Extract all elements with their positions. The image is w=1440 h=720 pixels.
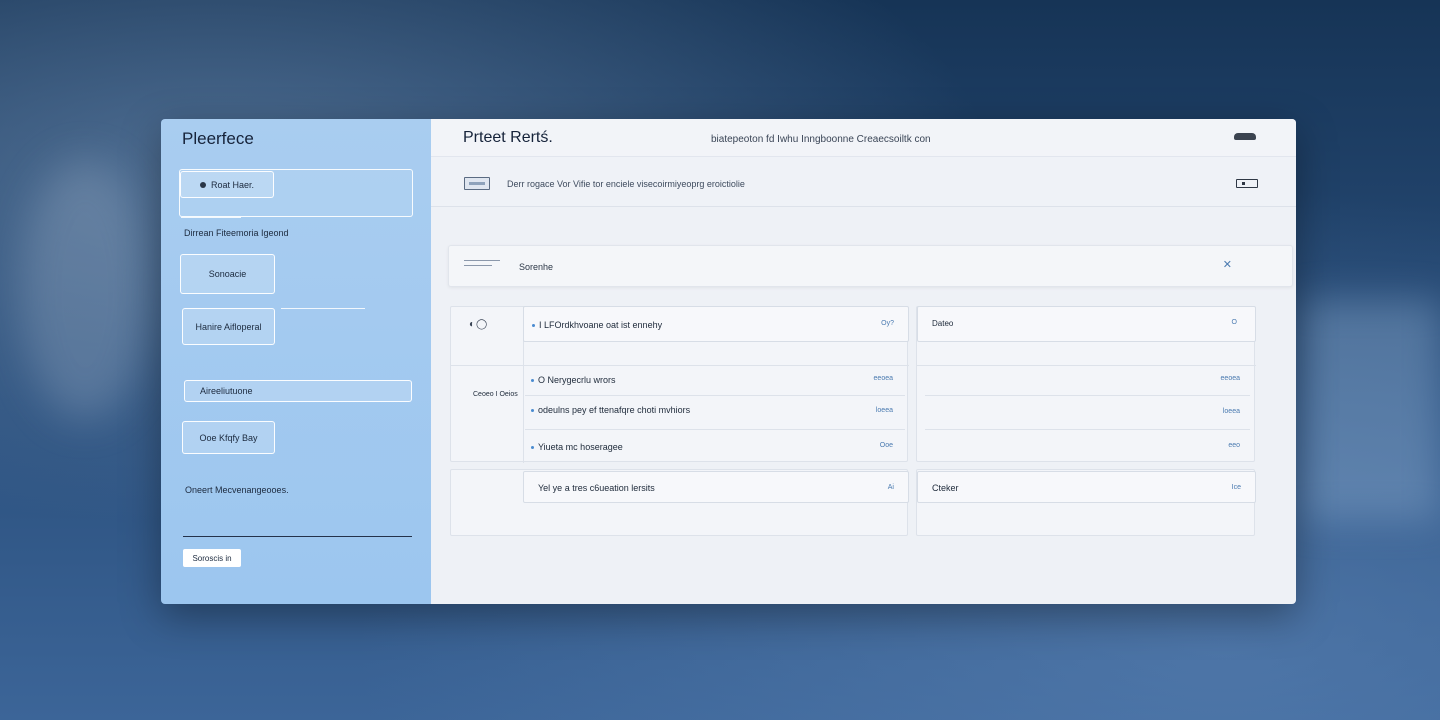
menu-icon[interactable] [1234,133,1256,140]
divider [281,308,365,309]
right-header-meta: O [1231,319,1237,326]
left-footer-panel: Yel ye a tres c6ueation lersits Ai [450,469,909,536]
bullet-icon [199,181,206,188]
divider [525,429,905,430]
sidebar-third-button-label: Hanire Aifloperal [195,321,262,332]
divider [917,365,1256,366]
right-header-text: Dateo [932,319,954,328]
sidebar-section-label-2: Oneert Mecvenangeooes. [185,485,289,495]
divider [525,395,905,396]
right-footer-meta: Ice [1231,484,1241,491]
right-panel: Dateo O eeoea loeea eeo [916,306,1256,462]
list-item-meta: loeea [1222,408,1240,415]
sidebar-secondary-button-label: Sonoacie [208,269,247,279]
card-icon [464,177,490,190]
page-title: Prteet Rertś. [463,129,553,146]
toggle-icon[interactable]: ◐◯ [469,319,499,331]
hamburger-icon [464,260,500,272]
search-label: Sorenhe [519,262,554,272]
list-item[interactable]: Yiueta mc hoseragee [531,442,623,452]
sidebar-secondary-button[interactable]: Sonoacie [180,254,275,294]
main-area: Prteet Rertś. biatepeoton fd Iwhu Inngbo… [431,119,1296,604]
sidebar-fourth-button[interactable]: Ooe Kfqfy Bay [182,421,275,454]
sidebar-primary-button[interactable]: Roat Haer. [180,171,274,198]
divider [183,536,412,537]
bullet-icon [531,446,534,450]
right-header-card[interactable]: Dateo O [917,306,1256,342]
window-toggle-icon[interactable] [1236,179,1258,188]
sidebar-primary-button-label: Roat Haer. [210,179,255,190]
list-item-meta: eeo [1228,442,1240,449]
list-item[interactable]: O Nerygecrlu wrors [531,375,616,385]
header-row-meta: Oy? [881,320,894,327]
left-panel: ◐◯ I LFOrdkhvoane oat ist ennehy Oy? Ceo… [450,306,909,463]
sidebar-input-value: Aireeliutuone [200,386,253,396]
footer-row-card[interactable]: Yel ye a tres c6ueation lersits Ai [523,471,909,503]
right-footer-card[interactable]: Cteker Ice [917,471,1256,503]
sidebar-chip-button[interactable]: Soroscis in [183,549,241,567]
list-item[interactable]: odeulns pey ef ttenafqre choti mvhiors [531,405,690,415]
app-window: Pleerfece Roat Haer. Dirrean Fiteemoria … [161,119,1296,604]
sidebar-section-label: Dirrean Fiteemoria Igeond [184,228,289,238]
list-item-meta: eeoea [873,375,893,382]
footer-row-meta: Ai [887,484,894,491]
sub-bar-text: Derr rogace Vor Vifie tor enciele viseco… [507,179,745,189]
divider [181,217,241,218]
right-footer-text: Cteker [932,483,959,493]
sidebar-third-button[interactable]: Hanire Aifloperal [182,308,275,345]
background-blur [20,160,150,420]
top-bar: Prteet Rertś. biatepeoton fd Iwhu Inngbo… [431,119,1296,157]
divider [925,429,1250,430]
header-row-text: I LFOrdkhvoane oat ist ennehy [532,320,662,330]
divider [451,365,909,366]
sidebar: Pleerfece Roat Haer. Dirrean Fiteemoria … [161,119,431,604]
sidebar-title: Pleerfece [182,129,254,148]
right-footer-panel: Cteker Ice [916,469,1256,536]
divider [925,395,1250,396]
side-label: Ceoeo I Oeios [473,391,518,398]
list-item-meta: loeea [875,407,893,414]
bullet-icon [531,409,534,413]
search-bar[interactable]: Sorenhe ✕ [448,245,1293,287]
sidebar-fourth-button-label: Ooe Kfqfy Bay [199,432,258,443]
list-item-meta: Ooe [879,442,893,449]
top-url[interactable]: biatepeoton fd Iwhu Inngboonne Creaecsoi… [711,134,931,145]
list-item-meta: eeoea [1220,375,1240,382]
bullet-icon [532,324,535,328]
background-blur [1300,300,1440,520]
header-row-card[interactable]: I LFOrdkhvoane oat ist ennehy Oy? [523,306,909,342]
close-icon[interactable]: ✕ [1223,258,1232,271]
bullet-icon [531,379,534,383]
sidebar-input[interactable]: Aireeliutuone [184,380,412,402]
footer-row-text: Yel ye a tres c6ueation lersits [538,483,655,493]
